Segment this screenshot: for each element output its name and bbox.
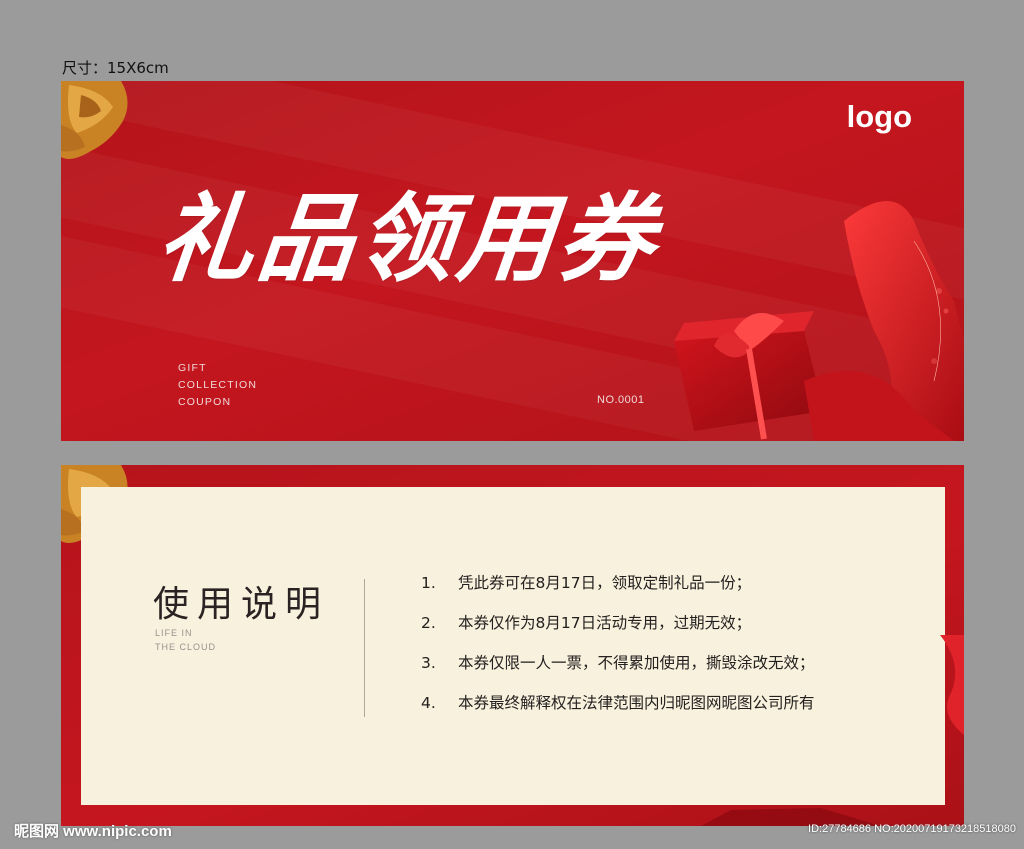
coupon-front: logo 礼品领用券 GIFT COLLECTION COUPON NO.000…	[61, 81, 964, 441]
subtitle-line: THE CLOUD	[155, 642, 217, 652]
subtitle-line: COUPON	[178, 396, 232, 408]
subtitle-line: COLLECTION	[178, 379, 258, 391]
list-item: 1. 凭此券可在8月17日，领取定制礼品一份；	[421, 571, 815, 611]
rule-text: 本券最终解释权在法律范围内归昵图网昵图公司所有	[458, 694, 815, 712]
subtitle-line: GIFT	[178, 362, 207, 374]
ribbon-edge-icon	[940, 635, 964, 735]
rule-number: 4.	[421, 694, 436, 712]
serial-number: NO.0001	[597, 394, 645, 406]
list-item: 4. 本券最终解释权在法律范围内归昵图网昵图公司所有	[421, 691, 815, 731]
coupon-back: 使用说明 LIFE IN THE CLOUD 1. 凭此券可在8月17日，领取定制…	[61, 465, 964, 826]
size-label: 尺寸：15X6cm	[62, 59, 169, 77]
subtitle-line: LIFE IN	[155, 628, 193, 638]
vertical-divider	[364, 579, 365, 717]
brand-logo: logo	[846, 99, 912, 134]
gift-box-icon	[674, 201, 964, 441]
coupon-title: 礼品领用券	[152, 182, 665, 295]
gold-bow-icon	[61, 81, 128, 159]
coupon-subtitle: GIFT COLLECTION COUPON	[178, 360, 257, 411]
rule-text: 本券仅限一人一票，不得累加使用，撕毁涂改无效；	[458, 654, 815, 672]
list-item: 3. 本券仅限一人一票，不得累加使用，撕毁涂改无效；	[421, 651, 815, 691]
watermark-id: ID:27784686 NO:20200719173218518080	[808, 823, 1016, 835]
instructions-subtitle: LIFE IN THE CLOUD	[155, 626, 216, 654]
rule-text: 凭此券可在8月17日，领取定制礼品一份；	[458, 574, 752, 592]
watermark-site: 昵图网 www.nipic.com	[14, 823, 172, 840]
rule-text: 本券仅作为8月17日活动专用，过期无效；	[458, 614, 752, 632]
instructions-panel: 使用说明 LIFE IN THE CLOUD 1. 凭此券可在8月17日，领取定制…	[81, 487, 945, 805]
list-item: 2. 本券仅作为8月17日活动专用，过期无效；	[421, 611, 815, 651]
rule-number: 2.	[421, 614, 436, 632]
rule-number: 3.	[421, 654, 436, 672]
rules-list: 1. 凭此券可在8月17日，领取定制礼品一份； 2. 本券仅作为8月17日活动专用，…	[421, 571, 815, 731]
instructions-title: 使用说明	[153, 584, 330, 625]
rule-number: 1.	[421, 574, 436, 592]
